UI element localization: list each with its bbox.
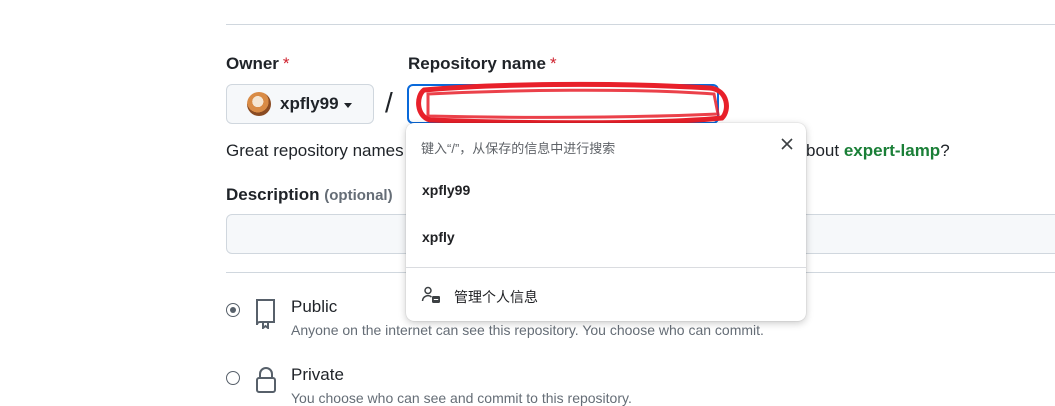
repo-name-hint: Great repository names xyxy=(226,141,404,160)
lock-icon xyxy=(256,367,276,393)
required-mark: * xyxy=(282,54,290,73)
owner-select-button[interactable]: xpfly99 xyxy=(226,84,374,124)
owner-label: Owner * xyxy=(226,54,290,73)
path-separator: / xyxy=(385,87,393,118)
repo-name-suggestion: bout expert-lamp? xyxy=(806,141,950,160)
manage-personal-info-item[interactable]: 管理个人信息 xyxy=(406,273,806,317)
close-icon[interactable] xyxy=(778,135,796,153)
autofill-dropdown: 键入“/”，从保存的信息中进行搜索 xpfly99 xpfly 管理个人信息 xyxy=(406,123,806,321)
owner-name: xpfly99 xyxy=(280,94,339,113)
manage-profile-icon xyxy=(421,286,440,303)
caret-down-icon xyxy=(343,102,352,108)
autofill-hint: 键入“/”，从保存的信息中进行搜索 xyxy=(421,141,616,156)
avatar xyxy=(247,92,271,116)
repo-icon xyxy=(256,299,275,329)
autofill-suggestion[interactable]: xpfly99 xyxy=(406,168,806,214)
optional-tag: (optional) xyxy=(324,187,393,204)
redaction-scribble xyxy=(416,81,729,126)
private-radio[interactable] xyxy=(226,371,240,385)
public-description: Anyone on the internet can see this repo… xyxy=(291,322,764,338)
repo-name-label: Repository name * xyxy=(408,54,557,73)
suggested-name-link[interactable]: expert-lamp xyxy=(844,141,940,160)
private-title: Private xyxy=(291,365,344,384)
autofill-suggestion[interactable]: xpfly xyxy=(406,215,806,261)
description-label: Description (optional) xyxy=(226,185,393,204)
top-divider xyxy=(226,24,1055,25)
required-mark: * xyxy=(549,54,557,73)
autofill-divider xyxy=(406,267,806,268)
public-title: Public xyxy=(291,297,338,316)
public-radio[interactable] xyxy=(226,303,240,317)
